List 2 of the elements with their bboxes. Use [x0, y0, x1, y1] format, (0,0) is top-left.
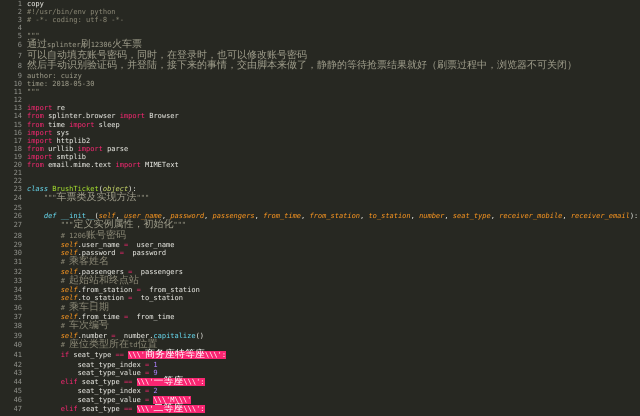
- code-line: 可以自动填充账号密码，同时，在登录时，也可以修改账号密码: [26, 50, 307, 61]
- code-line: 然后手动识别验证码，并登陆，接下来的事情，交由脚本来做了，静静的等待抢票结果就好（刷票过程中，浏览器不可关闭）: [26, 61, 577, 72]
